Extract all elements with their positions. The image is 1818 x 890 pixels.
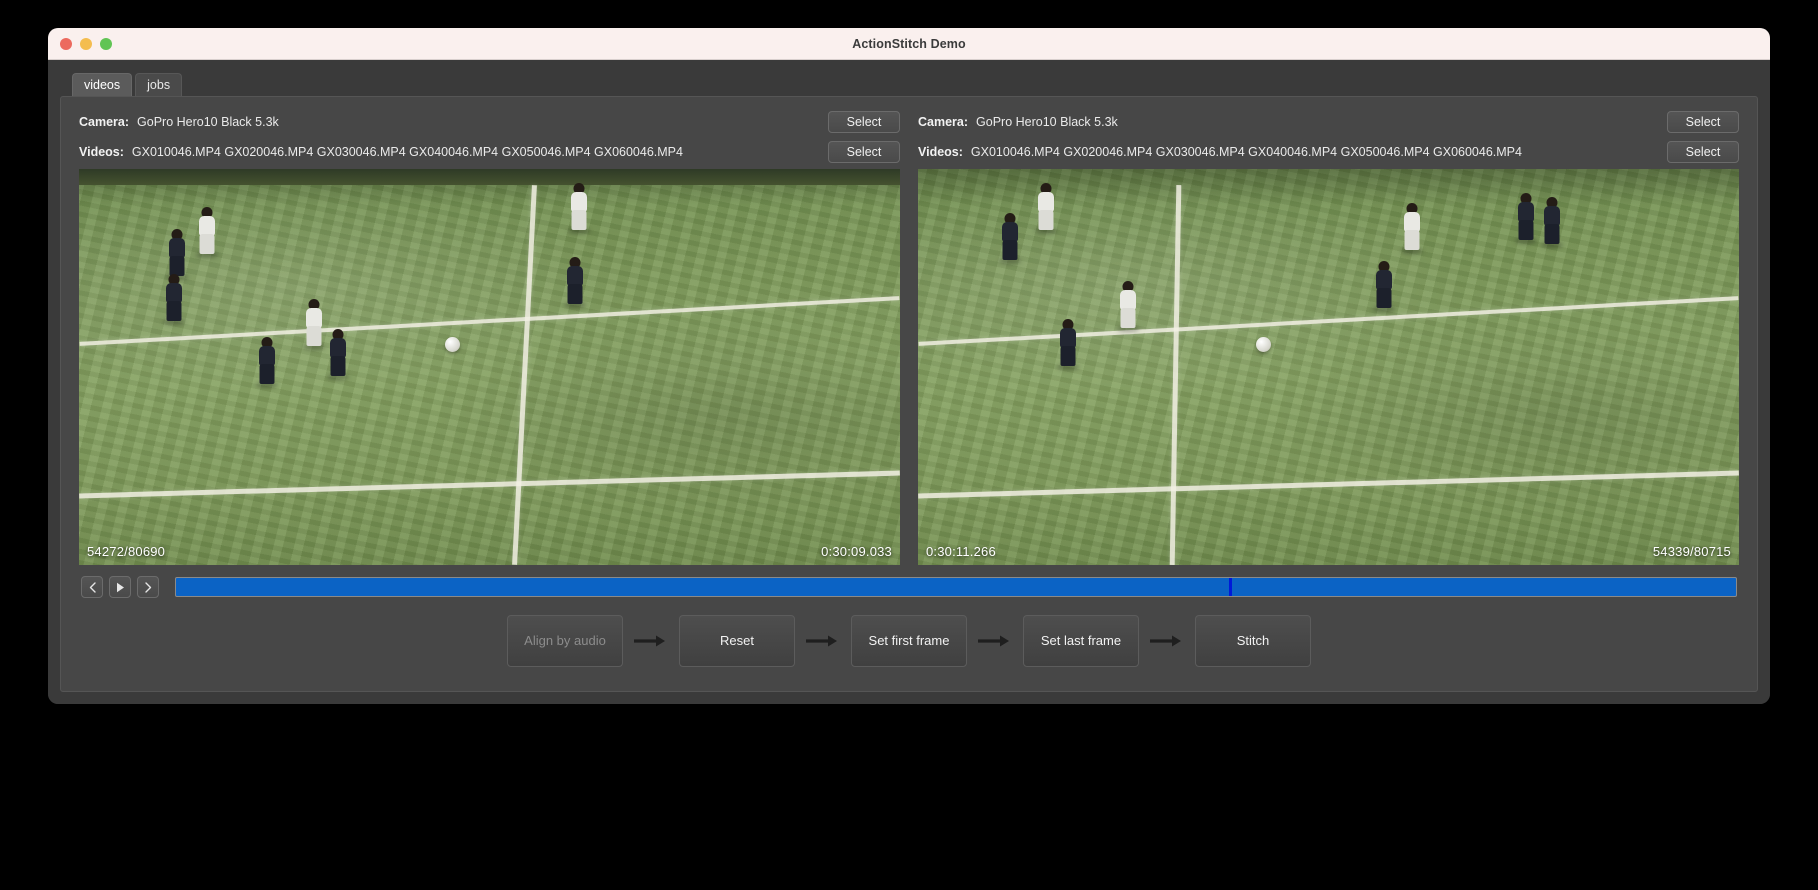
window-title: ActionStitch Demo [852,36,966,51]
video-preview-right[interactable]: 0:30:11.266 54339/80715 [918,169,1739,565]
camera-row-left: Camera: GoPro Hero10 Black 5.3k Select [79,109,900,135]
timeline-slider[interactable] [175,577,1737,597]
ball-right [1256,337,1271,352]
camera-value-right: GoPro Hero10 Black 5.3k [976,115,1118,129]
videos-select-button-left[interactable]: Select [828,141,900,163]
previous-frame-button[interactable] [81,576,103,598]
videos-tab-panel: Camera: GoPro Hero10 Black 5.3k Select V… [60,96,1758,692]
videos-value-left: GX010046.MP4 GX020046.MP4 GX030046.MP4 G… [131,145,683,159]
camera-select-button-right[interactable]: Select [1667,111,1739,133]
app-window: ActionStitch Demo videos jobs Camera: Go… [48,28,1770,704]
set-last-frame-button[interactable]: Set last frame [1023,614,1139,667]
titlebar: ActionStitch Demo [48,28,1770,60]
camera-label-right: Camera: [918,115,969,129]
timecode-right: 0:30:11.266 [926,544,996,559]
video-preview-left[interactable]: 54272/80690 0:30:09.033 [79,169,900,565]
maximize-button[interactable] [100,37,112,50]
frame-counter-right: 54339/80715 [1652,544,1731,559]
video-pane-left: Camera: GoPro Hero10 Black 5.3k Select V… [79,109,900,565]
arrow-right-icon-4 [1139,634,1195,648]
timeline-handle[interactable] [1229,578,1232,596]
chevron-right-icon [144,581,152,593]
align-by-audio-button[interactable]: Align by audio [507,614,623,667]
tab-videos[interactable]: videos [72,73,133,96]
close-button[interactable] [60,37,72,50]
camera-value-left: GoPro Hero10 Black 5.3k [137,115,279,129]
reset-button[interactable]: Reset [679,614,795,667]
ball-left [445,337,460,352]
video-pane-right: Camera: GoPro Hero10 Black 5.3k Select V… [918,109,1739,565]
set-first-frame-button[interactable]: Set first frame [851,614,967,667]
videos-select-button-right[interactable]: Select [1667,141,1739,163]
arrow-right-icon-3 [967,634,1023,648]
play-icon [116,582,125,593]
videos-row-left: Videos: GX010046.MP4 GX020046.MP4 GX0300… [79,139,900,165]
video-panes: Camera: GoPro Hero10 Black 5.3k Select V… [61,97,1757,565]
tabbar: videos jobs [60,70,1758,96]
minimize-button[interactable] [80,37,92,50]
window-controls [60,37,112,50]
workflow-actions: Align by audio Reset Set first frame Set… [61,598,1757,691]
camera-label-left: Camera: [79,115,130,129]
videos-label-right: Videos: [918,145,963,159]
tab-jobs[interactable]: jobs [135,73,183,96]
stitch-button[interactable]: Stitch [1195,614,1311,667]
frame-counter-left: 54272/80690 [87,544,166,559]
window-body: videos jobs Camera: GoPro Hero10 Black 5… [48,60,1770,704]
field-boundary-left [79,169,900,185]
arrow-right-icon-2 [795,634,851,648]
tab-jobs-label: jobs [147,78,171,92]
timecode-left: 0:30:09.033 [821,544,892,559]
videos-value-right: GX010046.MP4 GX020046.MP4 GX030046.MP4 G… [970,145,1522,159]
arrow-right-icon-1 [623,634,679,648]
camera-row-right: Camera: GoPro Hero10 Black 5.3k Select [918,109,1739,135]
tab-videos-label: videos [84,78,121,92]
chevron-left-icon [89,581,96,593]
play-button[interactable] [109,576,131,598]
videos-label-left: Videos: [79,145,124,159]
transport-controls [61,565,1757,598]
camera-select-button-left[interactable]: Select [828,111,900,133]
videos-row-right: Videos: GX010046.MP4 GX020046.MP4 GX0300… [918,139,1739,165]
next-frame-button[interactable] [137,576,159,598]
